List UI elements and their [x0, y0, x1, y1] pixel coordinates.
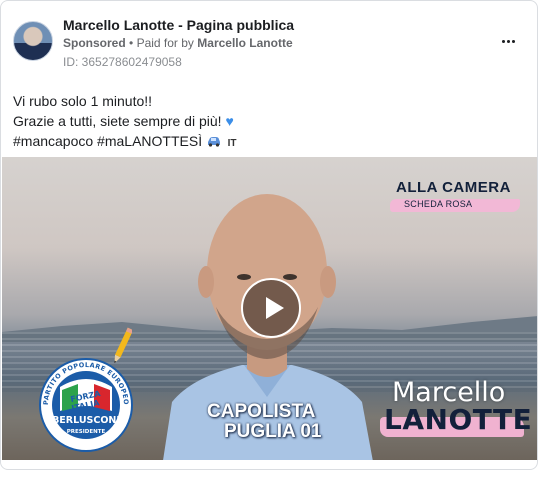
language-tag: IT — [227, 138, 237, 149]
logo-presidente-text: PRESIDENTE — [67, 429, 106, 435]
sponsored-label: Sponsored — [63, 36, 126, 50]
paid-for-name[interactable]: Marcello Lanotte — [197, 36, 292, 50]
video-player[interactable]: ALLA CAMERA SCHEDA ROSA FORZA ITALIA BER… — [2, 157, 537, 460]
more-options-icon[interactable] — [497, 31, 519, 51]
car-icon — [206, 134, 226, 149]
caption-line-3: #mancapoco #maLANOTTESÌ IT — [13, 131, 525, 154]
ad-id: ID: 365278602479058 — [63, 55, 182, 69]
puglia-text: PUGLIA 01 — [224, 421, 322, 442]
page-avatar[interactable] — [13, 21, 53, 61]
blue-heart-icon: ♥ — [225, 113, 234, 129]
scheda-rosa-text: SCHEDA ROSA — [404, 199, 473, 209]
paid-for-prefix: Paid for by — [136, 36, 194, 50]
page-name-link[interactable]: Marcello Lanotte - Pagina pubblica — [63, 17, 294, 33]
meta-separator: • — [129, 36, 134, 50]
scheda-rosa-banner: SCHEDA ROSA — [390, 197, 520, 213]
sponsored-line: Sponsored • Paid for by Marcello Lanotte — [63, 36, 293, 50]
caption-line-2: Grazie a tutti, siete sempre di più! ♥ — [13, 111, 525, 131]
hashtags[interactable]: #mancapoco #maLANOTTESÌ — [13, 133, 202, 149]
play-icon[interactable] — [241, 278, 301, 338]
candidate-last-name: LANOTTE — [384, 403, 533, 436]
caption-line-2-text: Grazie a tutti, siete sempre di più! — [13, 113, 222, 129]
caption-line-1: Vi rubo solo 1 minuto!! — [13, 93, 153, 109]
capolista-text: CAPOLISTA — [207, 401, 316, 422]
logo-berlusconi-text: BERLUSCONI — [52, 415, 120, 426]
forza-italia-logo: FORZA ITALIA BERLUSCONI PRESIDENTE PARTI… — [39, 358, 133, 452]
post-header: Marcello Lanotte - Pagina pubblica Spons… — [13, 17, 525, 73]
post-caption: Vi rubo solo 1 minuto!! Grazie a tutti, … — [13, 91, 525, 154]
alla-camera-title: ALLA CAMERA — [396, 179, 511, 196]
ad-card: Marcello Lanotte - Pagina pubblica Spons… — [0, 0, 538, 470]
